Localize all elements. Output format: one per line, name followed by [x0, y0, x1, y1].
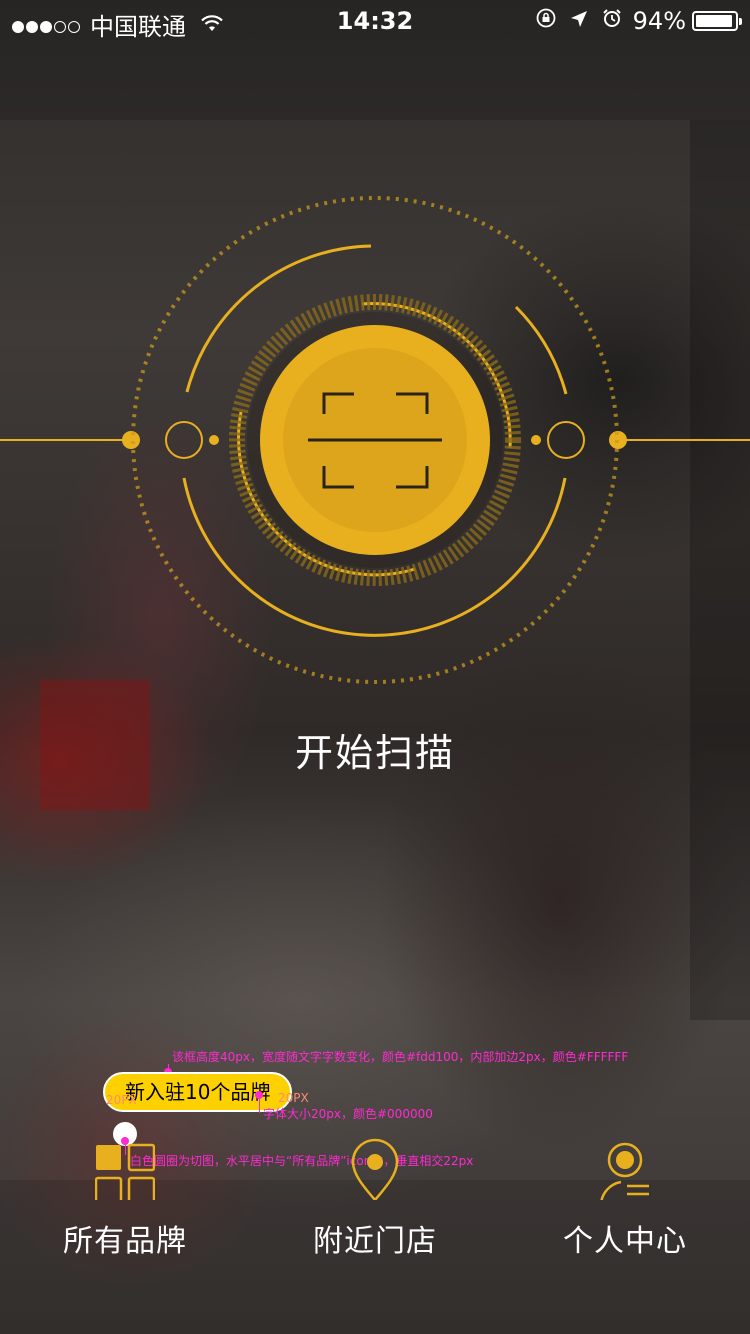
- start-scan-label[interactable]: 开始扫描: [0, 722, 750, 777]
- scan-button[interactable]: [260, 325, 490, 555]
- nav-label: 所有品牌: [63, 1224, 187, 1259]
- annotation-dot: [255, 1091, 263, 1099]
- grid-icon: [94, 1130, 156, 1205]
- annotation-line: [259, 1099, 260, 1113]
- nav-all-brands[interactable]: 所有品牌: [0, 1120, 250, 1270]
- user-icon: [595, 1130, 655, 1205]
- battery-percent: 94%: [632, 7, 686, 35]
- status-bar: 中国联通 14:32 94%: [0, 0, 750, 41]
- scanner-ring-left: [165, 421, 203, 459]
- annotation-padding-right: 20PX: [278, 1091, 309, 1105]
- nav-label: 个人中心: [563, 1224, 687, 1259]
- scanner-ring-right: [547, 421, 585, 459]
- nav-nearby-stores[interactable]: 附近门店: [250, 1120, 500, 1270]
- scanner-node-left: [122, 431, 140, 449]
- scanner-arc-outer-3: [514, 305, 568, 395]
- scanner-dot-left: [209, 435, 219, 445]
- alarm-icon: [601, 7, 623, 35]
- annotation-padding-left: 20PX: [106, 1093, 137, 1107]
- rotation-lock-icon: [535, 7, 557, 35]
- annotation-badge-spec: 该框高度40px，宽度随文字字数变化，颜色#fdd100，内部加边2px，颜色#…: [172, 1050, 629, 1064]
- battery-icon: [692, 11, 742, 31]
- scanner-dot-right: [531, 435, 541, 445]
- scanner-graphic: [0, 196, 750, 684]
- nav-profile[interactable]: 个人中心: [500, 1120, 750, 1270]
- location-arrow-icon: [569, 7, 589, 35]
- nav-label: 附近门店: [313, 1224, 437, 1259]
- location-pin-icon: [345, 1130, 405, 1202]
